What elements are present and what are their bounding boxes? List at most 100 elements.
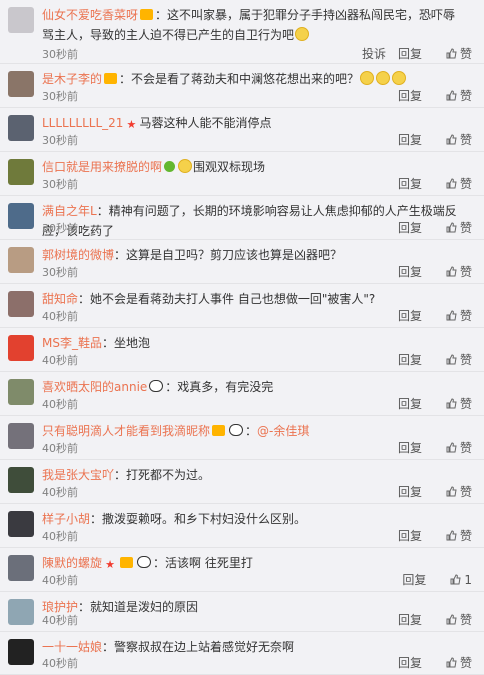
comment-list: 仙女不爱吃香菜呀 ：这不叫家暴，属于犯罪分子手持凶器私闯民宅，恐吓辱骂主人，导致的… <box>0 0 484 675</box>
comment-actions: 回复 赞 <box>386 611 472 628</box>
thumbs-up-icon <box>446 530 457 541</box>
reply-button[interactable]: 回复 <box>398 309 422 323</box>
avatar[interactable] <box>8 639 34 665</box>
avatar[interactable] <box>8 511 34 537</box>
comment-item: 是木子李的 ：不会是看了蒋劲夫和中澜悠花想出来的吧？ 30秒前 回复 赞 <box>0 64 484 108</box>
like-button[interactable]: 赞 <box>434 397 472 411</box>
avatar[interactable] <box>8 335 34 361</box>
like-label: 赞 <box>459 397 472 411</box>
timestamp: 30秒前 <box>42 134 78 147</box>
timestamp: 40秒前 <box>42 657 78 670</box>
like-button[interactable]: 1 <box>438 573 472 587</box>
username-link[interactable]: 满自之年L <box>42 204 97 218</box>
comment-actions: 投诉 回复 赞 <box>350 45 472 62</box>
like-button[interactable]: 赞 <box>434 265 472 279</box>
like-button[interactable]: 赞 <box>434 353 472 367</box>
comment-item: 喜欢晒太阳的annie ：戏真多，有完没完 40秒前 回复 赞 <box>0 372 484 416</box>
avatar[interactable] <box>8 115 34 141</box>
mention-link[interactable]: @-余佳琪 <box>257 424 309 438</box>
reply-button[interactable]: 回复 <box>398 397 422 411</box>
comment-actions: 回复 赞 <box>386 87 472 104</box>
like-button[interactable]: 赞 <box>434 656 472 670</box>
username-link[interactable]: 我是张大宝吖 <box>42 468 114 482</box>
reply-button[interactable]: 回复 <box>398 529 422 543</box>
comment-text: LLLLLLLLL_21 ★ 马蓉这种人能不能消停点 <box>42 113 464 133</box>
reply-button[interactable]: 回复 <box>402 573 426 587</box>
comment-item: 一十一姑娘：警察叔叔在边上站着感觉好无奈啊 40秒前 回复 赞 <box>0 632 484 675</box>
like-label: 赞 <box>459 656 472 670</box>
reply-button[interactable]: 回复 <box>398 613 422 627</box>
comment-actions: 回复 赞 <box>386 131 472 148</box>
username-link[interactable]: 是木子李的 <box>42 72 102 86</box>
like-label: 赞 <box>459 47 472 61</box>
avatar[interactable] <box>8 379 34 405</box>
like-label: 赞 <box>459 265 472 279</box>
like-label: 赞 <box>459 133 472 147</box>
like-button[interactable]: 赞 <box>434 441 472 455</box>
comment-item: 我是张大宝吖：打死都不为过。 40秒前 回复赞 <box>0 460 484 504</box>
like-button[interactable]: 赞 <box>434 309 472 323</box>
like-button[interactable]: 赞 <box>434 529 472 543</box>
username-link[interactable]: 喜欢晒太阳的annie <box>42 380 147 394</box>
reply-button[interactable]: 回复 <box>398 353 422 367</box>
username-link[interactable]: 甜知命 <box>42 292 78 306</box>
reply-button[interactable]: 回复 <box>398 133 422 147</box>
avatar[interactable] <box>8 467 34 493</box>
comment-actions: 回复 赞 <box>386 307 472 324</box>
like-button[interactable]: 赞 <box>434 89 472 103</box>
comment-item: 只有聪明滴人才能看到我滴昵称 ：@-余佳琪 40秒前 回复 赞 <box>0 416 484 460</box>
smirk-emoji-icon <box>178 159 193 173</box>
avatar[interactable] <box>8 599 34 625</box>
reply-button[interactable]: 回复 <box>398 656 422 670</box>
thumbs-up-icon <box>446 310 457 321</box>
like-label: 赞 <box>459 221 472 235</box>
reply-button[interactable]: 回复 <box>398 89 422 103</box>
like-button[interactable]: 赞 <box>434 613 472 627</box>
comment-body: ：这算是自卫吗？剪刀应该也算是凶器吧？ <box>114 248 343 262</box>
like-label: 1 <box>464 573 472 587</box>
username-link[interactable]: 郭树境的微博 <box>42 248 114 262</box>
avatar[interactable] <box>8 71 34 97</box>
reply-button[interactable]: 回复 <box>398 265 422 279</box>
like-button[interactable]: 赞 <box>434 221 472 235</box>
username-link[interactable]: 仙女不爱吃香菜呀 <box>42 8 138 22</box>
comment-body: ：打死都不为过。 <box>114 468 211 482</box>
like-button[interactable]: 赞 <box>434 177 472 191</box>
report-button[interactable]: 投诉 <box>362 47 386 61</box>
cry-emoji-icon <box>295 27 310 41</box>
avatar[interactable] <box>8 159 34 185</box>
avatar[interactable] <box>8 291 34 317</box>
like-label: 赞 <box>459 177 472 191</box>
smile-emoji-icon <box>392 71 407 85</box>
smile-emoji-icon <box>376 71 391 85</box>
username-link[interactable]: 信口就是用来撩脱的啊 <box>42 160 162 174</box>
comment-actions: 回复 1 <box>390 571 472 588</box>
timestamp: 40秒前 <box>42 486 78 499</box>
username-link[interactable]: 一十一姑娘 <box>42 640 102 654</box>
like-label: 赞 <box>459 309 472 323</box>
like-button[interactable]: 赞 <box>434 47 472 61</box>
avatar[interactable] <box>8 555 34 581</box>
reply-button[interactable]: 回复 <box>398 177 422 191</box>
reply-button[interactable]: 回复 <box>398 485 422 499</box>
reply-button[interactable]: 回复 <box>398 441 422 455</box>
timestamp: 40秒前 <box>42 398 78 411</box>
username-link[interactable]: 样子小胡 <box>42 512 90 526</box>
comment-body: ：就知道是泼妇的原因 <box>78 600 199 614</box>
username-link[interactable]: LLLLLLLLL_21 <box>42 116 123 130</box>
avatar[interactable] <box>8 247 34 273</box>
like-button[interactable]: 赞 <box>434 133 472 147</box>
username-link[interactable]: MS李_鞋品 <box>42 336 102 350</box>
username-link[interactable]: 陳默的螺旋 <box>42 556 102 570</box>
avatar[interactable] <box>8 423 34 449</box>
reply-button[interactable]: 回复 <box>398 221 422 235</box>
comment-body: ：活该啊 往死里打 <box>153 556 253 570</box>
like-label: 赞 <box>459 353 472 367</box>
comment-body: ：戏真多，有完没完 <box>165 380 274 394</box>
avatar[interactable] <box>8 7 34 33</box>
vip-badge-icon <box>212 425 226 436</box>
avatar[interactable] <box>8 203 34 229</box>
username-link[interactable]: 只有聪明滴人才能看到我滴昵称 <box>42 424 210 438</box>
reply-button[interactable]: 回复 <box>398 47 422 61</box>
like-button[interactable]: 赞 <box>434 485 472 499</box>
